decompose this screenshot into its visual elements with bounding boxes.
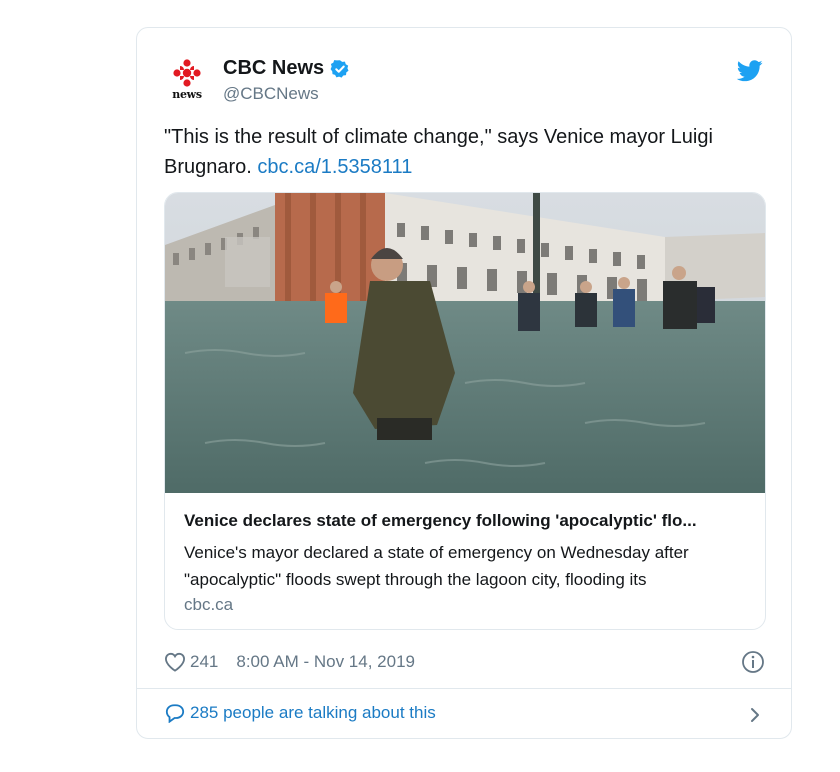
author-name-row[interactable]: CBC News xyxy=(223,57,350,80)
divider xyxy=(137,688,791,689)
info-icon[interactable] xyxy=(741,650,765,674)
author-display-name[interactable]: CBC News xyxy=(223,57,324,80)
cbc-logo[interactable]: news xyxy=(167,58,207,102)
chevron-right-icon[interactable] xyxy=(749,705,761,725)
card-photo[interactable] xyxy=(165,193,765,493)
embedded-tweet: news CBC News @CBCNews "This is the resu… xyxy=(136,27,792,739)
heart-icon[interactable] xyxy=(164,652,186,672)
tweet-text: "This is the result of climate change," … xyxy=(164,122,764,182)
tweet-header: news CBC News @CBCNews xyxy=(161,52,767,106)
verified-badge-icon xyxy=(330,59,349,78)
link-preview-card[interactable]: Venice declares state of emergency follo… xyxy=(164,192,766,630)
like-count[interactable]: 241 xyxy=(190,652,218,672)
conversation-link[interactable]: 285 people are talking about this xyxy=(164,703,436,723)
card-title[interactable]: Venice declares state of emergency follo… xyxy=(184,511,754,531)
cbc-gem-icon xyxy=(173,59,201,87)
twitter-bird-icon[interactable] xyxy=(737,60,763,82)
tweet-timestamp[interactable]: 8:00 AM - Nov 14, 2019 xyxy=(236,652,415,672)
tweet-text-body: "This is the result of climate change," … xyxy=(164,126,713,178)
logo-wordmark: news xyxy=(172,88,202,101)
tweet-meta: 241 8:00 AM - Nov 14, 2019 xyxy=(164,650,415,674)
author-handle[interactable]: @CBCNews xyxy=(223,84,319,104)
conversation-text[interactable]: 285 people are talking about this xyxy=(190,703,436,723)
card-description: Venice's mayor declared a state of emerg… xyxy=(184,543,689,589)
tweet-link[interactable]: cbc.ca/1.5358111 xyxy=(257,156,412,178)
reply-bubble-icon xyxy=(165,704,185,723)
card-domain: cbc.ca xyxy=(184,595,234,614)
